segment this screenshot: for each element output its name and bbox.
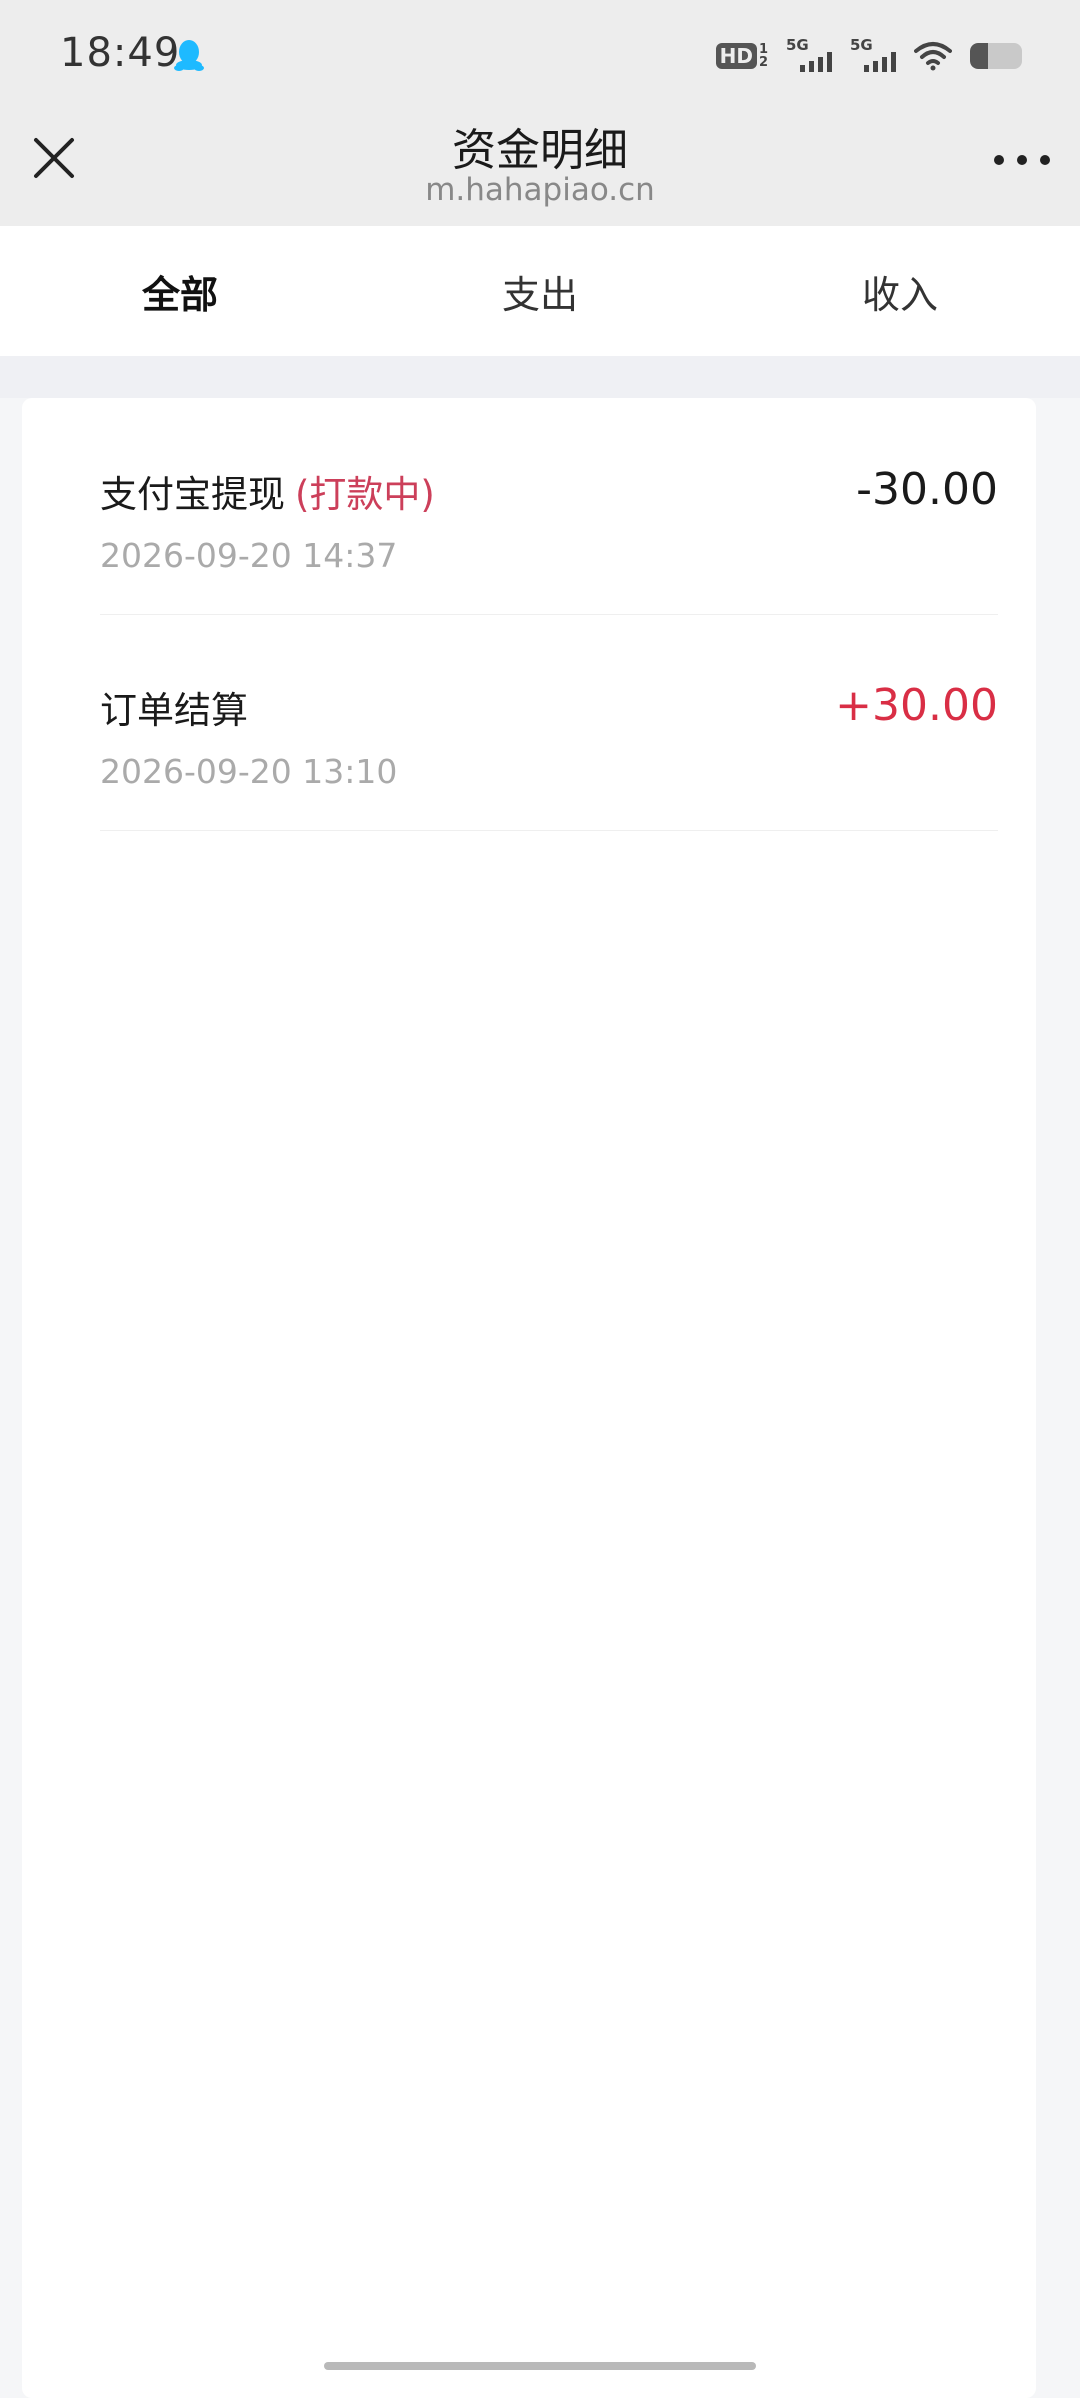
list-item[interactable]: 支付宝提现 (打款中) 2026-09-20 14:37 -30.00 [100,398,998,615]
records-card: 支付宝提现 (打款中) 2026-09-20 14:37 -30.00 订单结算 … [22,398,1036,2398]
record-title: 支付宝提现 (打款中) [100,473,435,516]
signal-sim1-icon: 5G [786,38,832,74]
hd-voice-icon: HD 1 2 [715,43,768,69]
record-time: 2026-09-20 14:37 [100,536,398,575]
title-bar: 资金明细 m.hahapiao.cn [0,100,1080,226]
record-time: 2026-09-20 13:10 [100,752,398,791]
status-bar: 18:49 HD 1 2 5G 5G [0,0,1080,100]
page-url: m.hahapiao.cn [425,172,655,208]
record-amount: -30.00 [856,464,998,515]
record-title: 订单结算 [100,689,248,732]
status-time: 18:49 [60,30,181,76]
tab-expense[interactable]: 支出 [360,226,720,356]
more-options-icon[interactable] [994,142,1050,178]
tab-all[interactable]: 全部 [0,226,360,356]
record-amount: +30.00 [835,680,998,731]
battery-icon [970,43,1022,69]
page-title: 资金明细 [452,125,628,176]
list-item[interactable]: 订单结算 2026-09-20 13:10 +30.00 [100,614,998,831]
qq-penguin-icon [174,40,204,71]
wifi-icon [914,42,952,71]
section-divider [0,356,1080,398]
signal-sim2-icon: 5G [850,38,896,74]
home-indicator[interactable] [324,2362,756,2370]
filter-tabs: 全部 支出 收入 [0,226,1080,356]
tab-income[interactable]: 收入 [720,226,1080,356]
status-indicators: HD 1 2 5G 5G [715,38,1022,74]
record-status: (打款中) [295,473,435,516]
